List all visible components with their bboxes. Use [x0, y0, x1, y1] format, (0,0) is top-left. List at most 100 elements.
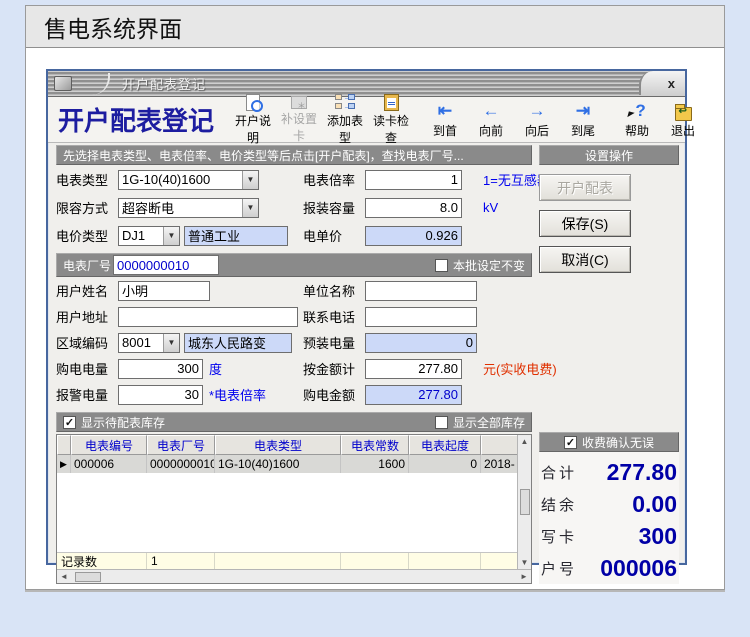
unit-price-label: 电单价: [303, 226, 365, 245]
window-title: 开户配表登记: [122, 74, 206, 93]
table-header-factory-number[interactable]: 电表厂号: [147, 435, 215, 455]
alarm-energy-label: 报警电量: [56, 385, 118, 404]
price-type-label: 电价类型: [56, 226, 118, 245]
dialog-window: 开户配表登记 x 开户配表登记 开户说明 补设置卡 → →: [46, 69, 687, 565]
scroll-right-icon[interactable]: ►: [517, 570, 531, 583]
price-type-name-field: 普通工业: [184, 226, 288, 246]
go-next-button[interactable]: → 向后: [514, 99, 560, 141]
go-first-button[interactable]: ⇤ 到首: [422, 99, 468, 141]
show-all-stock-checkbox[interactable]: [435, 416, 448, 429]
card-setup-icon: [291, 96, 307, 109]
meter-type-select[interactable]: 1G-10(40)1600 ▼: [118, 170, 259, 190]
factory-number-bar: 电表厂号 本批设定不变: [56, 253, 532, 277]
table-empty-area: [57, 473, 517, 552]
form-row: 购电电量 度 按金额计 元(实收电费): [56, 356, 532, 381]
preload-energy-label: 预装电量: [303, 333, 365, 352]
close-icon[interactable]: x: [639, 71, 685, 95]
table-header-meter-number[interactable]: 电表编号: [71, 435, 147, 455]
meter-stock-table: 电表编号 电表厂号 电表类型 电表常数 电表起度 ▶ 000006 000000…: [56, 434, 532, 584]
table-header-meter-start[interactable]: 电表起度: [409, 435, 481, 455]
buy-amount-label: 购电金额: [303, 385, 365, 404]
table-row[interactable]: ▶ 000006 0000000010 1G-10(40)1600 1600 0…: [57, 455, 517, 473]
meter-ratio-label: 电表倍率: [303, 170, 365, 189]
total-sum-value: 277.80: [577, 459, 677, 486]
table-header-meter-constant[interactable]: 电表常数: [341, 435, 409, 455]
alarm-energy-input[interactable]: [118, 385, 203, 405]
record-count-label: 记录数: [57, 553, 147, 569]
price-type-select[interactable]: DJ1 ▼: [118, 226, 180, 246]
add-meter-type-button[interactable]: → → 添加表型: [322, 99, 368, 141]
meter-ratio-input[interactable]: [365, 170, 462, 190]
form-row: 区域编码 8001 ▼ 城东人民路变 预装电量 0: [56, 330, 532, 355]
record-count-value: 1: [147, 553, 215, 569]
go-previous-button[interactable]: ← 向前: [468, 99, 514, 141]
exit-icon: [675, 101, 692, 121]
open-account-meter-button: 开户配表: [539, 174, 631, 201]
toolbar-button-label: 向前: [479, 122, 503, 139]
total-row: 写卡 300: [541, 520, 677, 552]
user-address-input[interactable]: [118, 307, 298, 327]
right-panel: 设置操作 开户配表 保存(S) 取消(C) ✓ 收费确认无误 合计: [539, 145, 679, 584]
by-amount-label: 按金额计: [303, 359, 365, 378]
dialog-content: 先选择电表类型、电表倍率、电价类型等后点击[开户配表]，查找电表厂号... 电表…: [48, 143, 685, 588]
scroll-up-icon[interactable]: ▲: [518, 435, 532, 448]
left-panel: 先选择电表类型、电表倍率、电价类型等后点击[开户配表]，查找电表厂号... 电表…: [56, 145, 532, 584]
fee-confirm-checkbox[interactable]: ✓: [564, 436, 577, 449]
horizontal-scrollbar[interactable]: ◄ ►: [57, 569, 531, 583]
buy-energy-label: 购电电量: [56, 359, 118, 378]
open-account-help-button[interactable]: 开户说明: [230, 99, 276, 141]
page-header: 售电系统界面: [26, 6, 724, 48]
go-last-button[interactable]: ⇥ 到尾: [560, 99, 606, 141]
save-button[interactable]: 保存(S): [539, 210, 631, 237]
user-name-input[interactable]: [118, 281, 210, 301]
vertical-scroll-thumb[interactable]: [520, 489, 530, 515]
total-row: 结余 0.00: [541, 488, 677, 520]
factory-number-input[interactable]: [113, 255, 219, 275]
phone-label: 联系电话: [303, 307, 365, 326]
doc-magnifier-icon: [246, 94, 260, 111]
scroll-left-icon[interactable]: ◄: [57, 570, 71, 583]
chevron-down-icon[interactable]: ▼: [163, 334, 179, 352]
chevron-down-icon[interactable]: ▼: [242, 199, 258, 217]
balance-label: 结余: [541, 494, 577, 515]
limit-mode-label: 限容方式: [56, 198, 118, 217]
chevron-down-icon[interactable]: ▼: [163, 227, 179, 245]
title-bar[interactable]: 开户配表登记 x: [48, 71, 685, 97]
exit-button[interactable]: 退出: [660, 99, 706, 141]
cancel-button[interactable]: 取消(C): [539, 246, 631, 273]
vertical-scrollbar[interactable]: ▲ ▼: [517, 435, 531, 569]
toolbar-button-label: 到尾: [571, 122, 595, 139]
capacity-input[interactable]: [365, 198, 462, 218]
limit-mode-select[interactable]: 超容断电 ▼: [118, 198, 259, 218]
previous-record-icon: ←: [483, 101, 500, 121]
cell-date: 2018-: [481, 455, 517, 473]
right-panel-spacer: [539, 273, 679, 432]
table-header-extra[interactable]: [481, 435, 517, 455]
help-button[interactable]: ? 帮助: [614, 99, 660, 141]
phone-input[interactable]: [365, 307, 477, 327]
chevron-down-icon[interactable]: ▼: [242, 171, 258, 189]
table-header-meter-type[interactable]: 电表类型: [215, 435, 341, 455]
horizontal-scroll-thumb[interactable]: [75, 572, 101, 582]
buy-amount-field: 277.80: [365, 385, 462, 405]
form-row: 限容方式 超容断电 ▼ 报装容量 kV: [56, 194, 532, 221]
toolbar-button-label: 到首: [433, 122, 457, 139]
balance-value: 0.00: [577, 491, 677, 518]
unit-name-input[interactable]: [365, 281, 477, 301]
by-amount-input[interactable]: [365, 359, 462, 379]
area-code-select[interactable]: 8001 ▼: [118, 333, 180, 353]
titlebar-decoration: [76, 73, 110, 95]
add-meter-type-icon: → →: [335, 93, 355, 111]
dialog-heading: 开户配表登记: [54, 101, 222, 138]
user-address-label: 用户地址: [56, 307, 118, 326]
help-icon: ?: [628, 101, 645, 121]
show-pending-stock-checkbox[interactable]: ✓: [63, 416, 76, 429]
scroll-down-icon[interactable]: ▼: [518, 556, 532, 569]
toolbar-button-label: 向后: [525, 122, 549, 139]
read-card-check-button[interactable]: 读卡检查: [368, 99, 414, 141]
form-row: 报警电量 *电表倍率 购电金额 277.80: [56, 382, 532, 407]
cell-meter-number: 000006: [71, 455, 147, 473]
batch-unchanged-checkbox[interactable]: [435, 259, 448, 272]
read-card-icon: [384, 94, 399, 111]
buy-energy-input[interactable]: [118, 359, 203, 379]
